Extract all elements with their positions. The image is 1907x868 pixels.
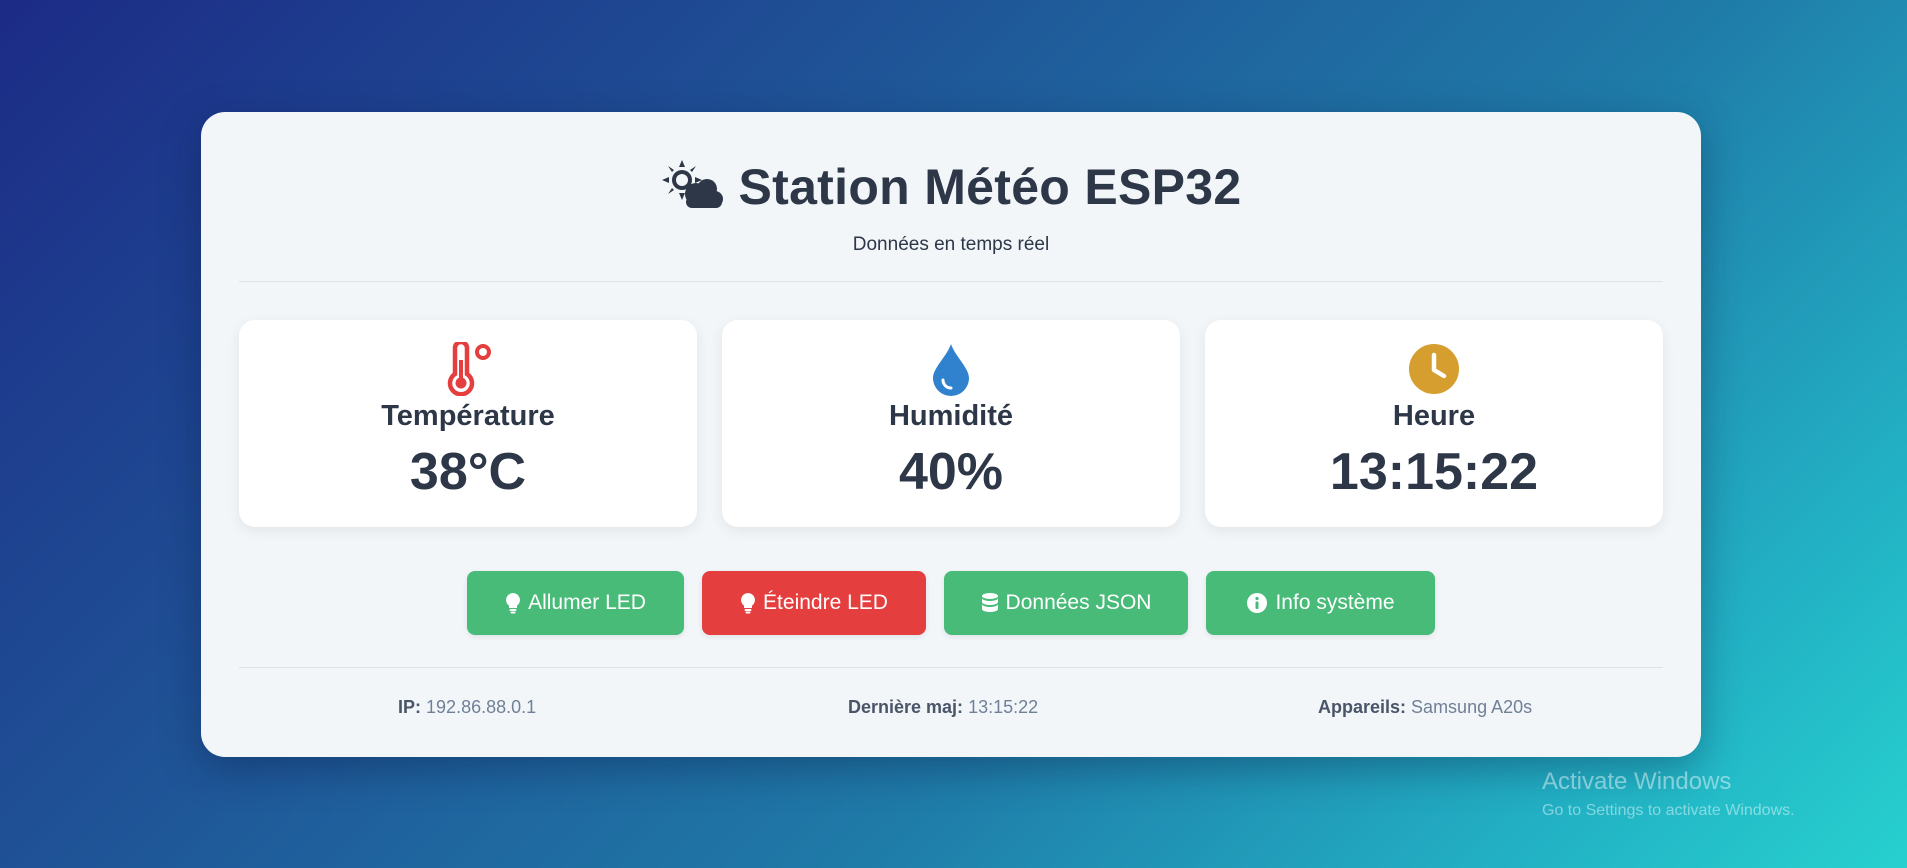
lightbulb-icon — [505, 592, 521, 614]
led-on-label: Allumer LED — [528, 591, 646, 614]
time-label: Heure — [1392, 400, 1476, 432]
divider — [239, 667, 1663, 668]
database-icon — [981, 592, 999, 614]
humidity-value: 40% — [898, 443, 1004, 501]
devices-info: Appareils: Samsung A20s — [1318, 697, 1532, 718]
last-update-value: 13:15:22 — [968, 697, 1039, 717]
last-update-label: Dernière maj: — [848, 697, 964, 717]
temperature-label: Température — [381, 400, 555, 432]
last-update-info: Dernière maj: 13:15:22 — [848, 697, 1038, 718]
json-data-label: Données JSON — [1005, 591, 1152, 614]
info-circle-icon — [1246, 592, 1268, 614]
watermark-title: Activate Windows — [1542, 768, 1732, 795]
json-data-button[interactable]: Données JSON — [944, 571, 1188, 635]
temperature-value: 38°C — [409, 443, 527, 501]
ip-info: IP: 192.86.88.0.1 — [398, 697, 536, 718]
thermometer-icon — [438, 342, 498, 396]
devices-label: Appareils: — [1318, 697, 1407, 717]
humidity-label: Humidité — [888, 400, 1014, 432]
system-info-label: Info système — [1275, 591, 1395, 614]
lightbulb-icon — [740, 592, 756, 614]
clock-icon — [1404, 342, 1464, 396]
header: Station Météo ESP32 Données en temps rée… — [201, 152, 1701, 256]
led-off-button[interactable]: Éteindre LED — [702, 571, 926, 635]
title-text: Station Météo ESP32 — [738, 159, 1242, 215]
stats-row: Température 38°C Humidité 40% Heure 13:1 — [239, 320, 1663, 527]
time-value: 13:15:22 — [1329, 443, 1539, 501]
divider — [239, 281, 1663, 282]
led-off-label: Éteindre LED — [763, 591, 888, 614]
system-info-button[interactable]: Info système — [1206, 571, 1435, 635]
windows-activation-watermark: Activate Windows Go to Settings to activ… — [1542, 768, 1795, 820]
led-on-button[interactable]: Allumer LED — [467, 571, 684, 635]
weather-station-card: Station Météo ESP32 Données en temps rée… — [201, 112, 1701, 757]
cloud-sun-icon — [660, 158, 724, 217]
ip-label: IP: — [398, 697, 422, 717]
page-title: Station Météo ESP32 — [201, 152, 1701, 222]
droplet-icon — [921, 342, 981, 396]
subtitle: Données en temps réel — [852, 234, 1050, 255]
humidity-card: Humidité 40% — [722, 320, 1180, 527]
time-card: Heure 13:15:22 — [1205, 320, 1663, 527]
temperature-card: Température 38°C — [239, 320, 697, 527]
devices-value: Samsung A20s — [1411, 697, 1533, 717]
action-buttons: Allumer LED Éteindre LED Données JSON In… — [201, 571, 1701, 635]
watermark-subtitle: Go to Settings to activate Windows. — [1542, 802, 1795, 819]
ip-value: 192.86.88.0.1 — [426, 697, 537, 717]
